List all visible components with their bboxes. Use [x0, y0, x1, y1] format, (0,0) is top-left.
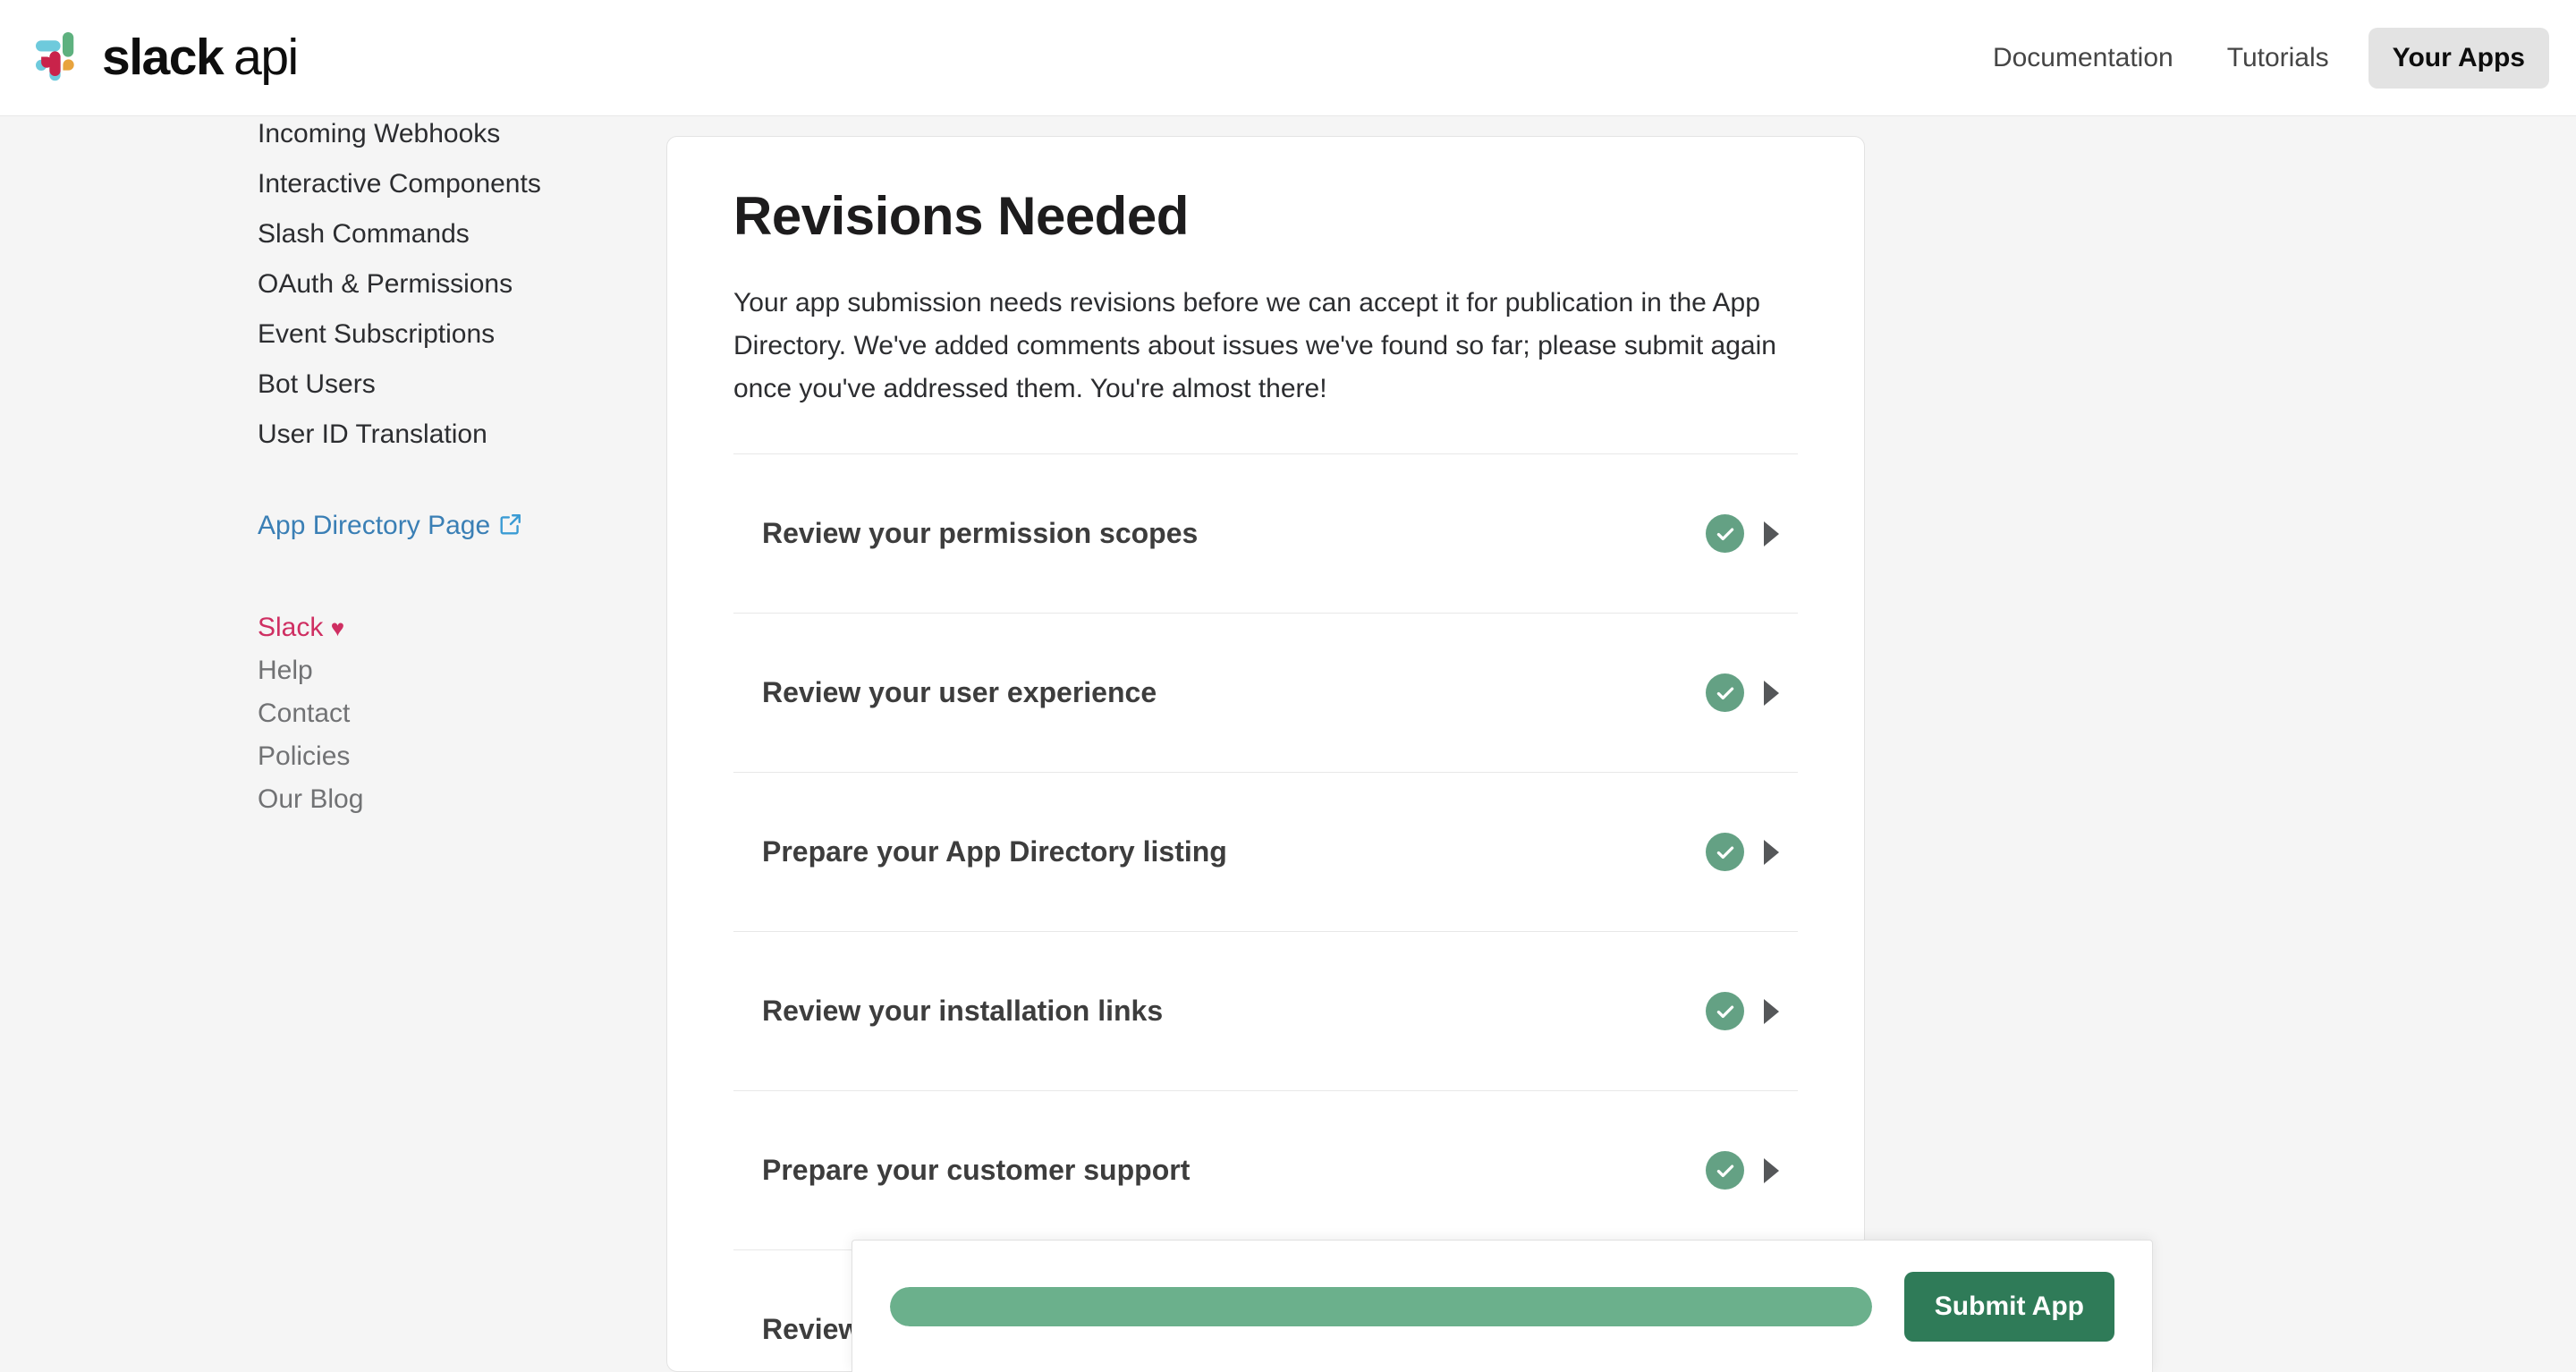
- checklist-row-label: Prepare your App Directory listing: [762, 835, 1227, 868]
- app-directory-page-label: App Directory Page: [258, 511, 491, 540]
- site-header: slack api Documentation Tutorials Your Ap…: [0, 0, 2576, 116]
- sidebar-item-contact[interactable]: Contact: [258, 692, 666, 735]
- submit-app-button[interactable]: Submit App: [1903, 1271, 2114, 1342]
- sidebar-item-event-subscriptions[interactable]: Event Subscriptions: [258, 309, 666, 360]
- check-circle-icon: [1706, 1151, 1744, 1190]
- revisions-card: Revisions Needed Your app submission nee…: [666, 136, 1865, 1372]
- card-content: Revisions Needed Your app submission nee…: [667, 137, 1864, 1371]
- logo-word-api: api: [233, 29, 299, 86]
- checklist-row-label: Prepare your customer support: [762, 1154, 1191, 1186]
- submit-bar: Submit App: [852, 1240, 2153, 1372]
- checklist-row-customer-support[interactable]: Prepare your customer support: [733, 1090, 1798, 1249]
- checklist-row-app-directory-listing[interactable]: Prepare your App Directory listing: [733, 772, 1798, 931]
- checklist-row-label: Review your user experience: [762, 676, 1157, 708]
- sidebar: Incoming Webhooks Interactive Components…: [0, 116, 666, 1372]
- checklist-row-installation-links[interactable]: Review your installation links: [733, 931, 1798, 1090]
- check-circle-icon: [1706, 833, 1744, 871]
- external-link-icon: [499, 514, 522, 536]
- nav-link-tutorials[interactable]: Tutorials: [2200, 43, 2356, 73]
- checklist-row-label: Review your permission scopes: [762, 517, 1199, 549]
- logo-word-slack: slack: [102, 29, 225, 86]
- sidebar-item-policies[interactable]: Policies: [258, 735, 666, 778]
- intro-paragraph: Your app submission needs revisions befo…: [733, 288, 1776, 403]
- triangle-right-icon[interactable]: [1744, 839, 1798, 865]
- slack-logo-icon: [36, 31, 88, 84]
- checklist-row-label: Review your installation links: [762, 995, 1164, 1027]
- submission-progress-fill: [890, 1286, 1872, 1326]
- triangle-right-icon[interactable]: [1744, 1157, 1798, 1183]
- sidebar-item-slack-love[interactable]: Slack ♥: [258, 606, 666, 649]
- check-circle-icon: [1706, 514, 1744, 553]
- sidebar-item-slash-commands[interactable]: Slash Commands: [258, 209, 666, 259]
- sidebar-item-app-directory-page[interactable]: App Directory Page: [258, 501, 666, 551]
- page-title: Revisions Needed: [733, 186, 1189, 246]
- your-apps-button[interactable]: Your Apps: [2368, 27, 2549, 89]
- heart-icon: ♥: [330, 614, 345, 641]
- logo-wordmark: slack api: [102, 29, 299, 86]
- slack-love-label: Slack: [258, 613, 324, 642]
- sidebar-item-interactive-components[interactable]: Interactive Components: [258, 159, 666, 209]
- triangle-right-icon[interactable]: [1744, 680, 1798, 706]
- triangle-right-icon[interactable]: [1744, 998, 1798, 1024]
- check-circle-icon: [1706, 992, 1744, 1030]
- sidebar-item-bot-users[interactable]: Bot Users: [258, 360, 666, 410]
- sidebar-item-help[interactable]: Help: [258, 649, 666, 692]
- triangle-right-icon[interactable]: [1744, 521, 1798, 546]
- sidebar-item-our-blog[interactable]: Our Blog: [258, 778, 666, 821]
- checklist-row-user-experience[interactable]: Review your user experience: [733, 613, 1798, 772]
- sidebar-item-user-id-translation[interactable]: User ID Translation: [258, 410, 666, 460]
- check-circle-icon: [1706, 673, 1744, 712]
- sidebar-item-incoming-webhooks[interactable]: Incoming Webhooks: [258, 109, 666, 159]
- checklist-row-permission-scopes[interactable]: Review your permission scopes: [733, 453, 1798, 613]
- submission-progress-bar: [890, 1286, 1872, 1326]
- header-nav: Documentation Tutorials Your Apps: [1966, 27, 2549, 89]
- checklist: Review your permission scopes Review you…: [733, 453, 1798, 1371]
- sidebar-item-oauth-permissions[interactable]: OAuth & Permissions: [258, 259, 666, 309]
- slack-api-logo[interactable]: slack api: [36, 29, 299, 86]
- nav-link-documentation[interactable]: Documentation: [1966, 43, 2200, 73]
